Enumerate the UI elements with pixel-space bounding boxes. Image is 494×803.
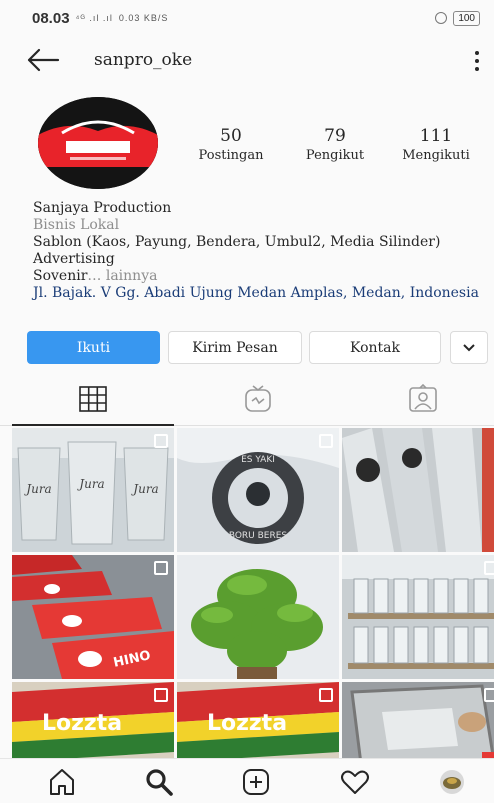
post-text: BORU BERES [229,531,288,541]
bio-line: Advertising [33,251,115,267]
profile-avatar[interactable] [38,97,158,189]
stat-posts: 50 Postingan [196,126,266,163]
message-button[interactable]: Kirim Pesan [168,331,302,364]
post-thumbnail[interactable] [342,428,494,552]
bottom-navigation [0,758,494,803]
search-icon[interactable] [144,767,174,797]
more-options-icon[interactable] [474,51,480,71]
add-post-icon[interactable] [241,767,271,797]
multiple-posts-icon [154,561,168,575]
posts-count: 50 [220,126,242,146]
activity-heart-icon[interactable] [340,767,370,797]
stat-following[interactable]: 111 Mengikuti [396,126,476,163]
svg-text:Jura: Jura [130,482,158,496]
multiple-posts-icon [154,434,168,448]
network-speed: 0.03 KB/S [118,13,169,23]
profile-avatar-icon[interactable] [437,767,467,797]
post-thumbnail[interactable]: Lozzta [177,682,339,758]
post-grid: Jura Jura Jura ES YAKI BORU BERES HINO L… [12,428,494,758]
more-link[interactable]: … lainnya [87,268,157,284]
following-label: Mengikuti [402,148,470,163]
post-thumbnail[interactable] [342,555,494,679]
back-arrow-icon[interactable] [26,48,60,72]
svg-text:Jura: Jura [23,482,51,496]
igtv-icon[interactable] [242,384,274,414]
following-count: 111 [419,126,453,146]
battery-indicator: 100 [453,10,480,26]
post-thumbnail[interactable]: Lozzta [12,682,174,758]
post-thumbnail[interactable] [342,682,494,758]
address-link[interactable]: Jl. Bajak. V Gg. Abadi Ujung Medan Ampla… [33,285,488,302]
stat-followers[interactable]: 79 Pengikut [300,126,370,163]
alarm-icon [435,12,448,24]
status-time: 08.03 [32,9,70,27]
follow-button[interactable]: Ikuti [27,331,160,364]
post-text: Lozzta [207,711,287,736]
profile-header: sanpro_oke [0,38,494,84]
post-thumbnail[interactable] [177,555,339,679]
profile-tabs [0,374,494,426]
post-thumbnail[interactable]: Jura Jura Jura [12,428,174,552]
followers-label: Pengikut [305,148,365,163]
profile-bio: Sanjaya Production Bisnis Lokal Sablon (… [33,200,488,302]
status-bar: 08.03 ⁴ᴳ .ıl .ıl 0.03 KB/S 100 [0,0,494,36]
multiple-posts-icon [319,688,333,702]
post-text: ES YAKI [241,455,275,465]
chevron-down-icon [463,343,475,351]
profile-name: Sanjaya Production [33,200,172,216]
multiple-posts-icon [154,688,168,702]
posts-label: Postingan [198,148,264,163]
svg-text:Jura: Jura [76,477,104,491]
contact-button[interactable]: Kontak [309,331,441,364]
home-icon[interactable] [47,767,77,797]
grid-icon[interactable] [77,384,109,414]
followers-count: 79 [324,126,346,146]
bio-line: Sablon (Kaos, Payung, Bendera, Umbul2, M… [33,234,441,250]
signal-indicator: ⁴ᴳ .ıl .ıl [75,13,113,23]
bio-line: Sovenir [33,268,88,284]
multiple-posts-icon [484,561,494,575]
active-tab-indicator [12,424,174,426]
post-text: Lozzta [42,711,122,736]
suggestions-dropdown-button[interactable] [450,331,488,364]
profile-category: Bisnis Lokal [33,217,120,233]
tagged-icon[interactable] [407,384,439,414]
post-thumbnail[interactable]: ES YAKI BORU BERES [177,428,339,552]
profile-username: sanpro_oke [94,50,193,70]
multiple-posts-icon [484,688,494,702]
post-thumbnail[interactable]: HINO [12,555,174,679]
multiple-posts-icon [319,434,333,448]
